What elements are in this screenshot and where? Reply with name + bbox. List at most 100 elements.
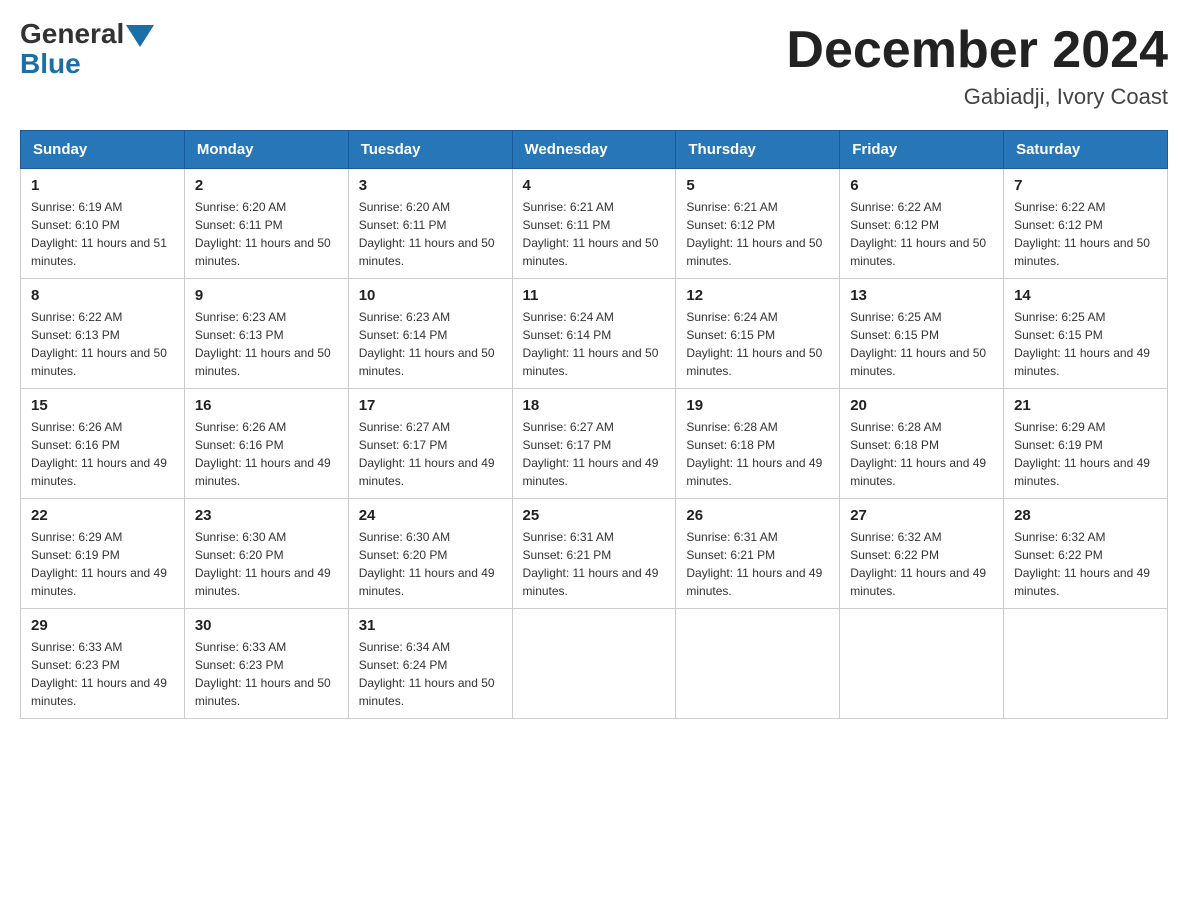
day-number: 28 bbox=[1014, 507, 1157, 524]
day-number: 24 bbox=[359, 507, 502, 524]
day-number: 9 bbox=[195, 287, 338, 304]
calendar-day-cell: 27 Sunrise: 6:32 AM Sunset: 6:22 PM Dayl… bbox=[840, 499, 1004, 609]
col-sunday: Sunday bbox=[21, 131, 185, 169]
col-friday: Friday bbox=[840, 131, 1004, 169]
calendar-day-cell: 16 Sunrise: 6:26 AM Sunset: 6:16 PM Dayl… bbox=[184, 389, 348, 499]
calendar-day-cell: 5 Sunrise: 6:21 AM Sunset: 6:12 PM Dayli… bbox=[676, 169, 840, 279]
day-number: 7 bbox=[1014, 177, 1157, 194]
col-thursday: Thursday bbox=[676, 131, 840, 169]
calendar-day-cell: 6 Sunrise: 6:22 AM Sunset: 6:12 PM Dayli… bbox=[840, 169, 1004, 279]
calendar-day-cell: 12 Sunrise: 6:24 AM Sunset: 6:15 PM Dayl… bbox=[676, 279, 840, 389]
calendar-day-cell bbox=[676, 609, 840, 719]
logo-triangle-icon bbox=[126, 25, 154, 47]
calendar-day-cell: 2 Sunrise: 6:20 AM Sunset: 6:11 PM Dayli… bbox=[184, 169, 348, 279]
day-number: 23 bbox=[195, 507, 338, 524]
day-number: 30 bbox=[195, 617, 338, 634]
day-info: Sunrise: 6:30 AM Sunset: 6:20 PM Dayligh… bbox=[359, 528, 502, 600]
calendar-day-cell: 11 Sunrise: 6:24 AM Sunset: 6:14 PM Dayl… bbox=[512, 279, 676, 389]
day-number: 3 bbox=[359, 177, 502, 194]
day-info: Sunrise: 6:28 AM Sunset: 6:18 PM Dayligh… bbox=[686, 418, 829, 490]
logo-blue: Blue bbox=[20, 48, 81, 80]
day-number: 12 bbox=[686, 287, 829, 304]
calendar-day-cell: 30 Sunrise: 6:33 AM Sunset: 6:23 PM Dayl… bbox=[184, 609, 348, 719]
title-block: December 2024 Gabiadji, Ivory Coast bbox=[786, 20, 1168, 110]
day-info: Sunrise: 6:31 AM Sunset: 6:21 PM Dayligh… bbox=[686, 528, 829, 600]
calendar-day-cell: 20 Sunrise: 6:28 AM Sunset: 6:18 PM Dayl… bbox=[840, 389, 1004, 499]
day-info: Sunrise: 6:22 AM Sunset: 6:12 PM Dayligh… bbox=[1014, 198, 1157, 270]
day-info: Sunrise: 6:24 AM Sunset: 6:14 PM Dayligh… bbox=[523, 308, 666, 380]
calendar-day-cell: 1 Sunrise: 6:19 AM Sunset: 6:10 PM Dayli… bbox=[21, 169, 185, 279]
logo-general: General bbox=[20, 20, 124, 48]
calendar-day-cell bbox=[1004, 609, 1168, 719]
calendar-day-cell: 22 Sunrise: 6:29 AM Sunset: 6:19 PM Dayl… bbox=[21, 499, 185, 609]
col-saturday: Saturday bbox=[1004, 131, 1168, 169]
col-wednesday: Wednesday bbox=[512, 131, 676, 169]
day-number: 10 bbox=[359, 287, 502, 304]
day-number: 19 bbox=[686, 397, 829, 414]
day-info: Sunrise: 6:26 AM Sunset: 6:16 PM Dayligh… bbox=[195, 418, 338, 490]
logo: General Blue bbox=[20, 20, 154, 80]
day-number: 6 bbox=[850, 177, 993, 194]
calendar-day-cell: 3 Sunrise: 6:20 AM Sunset: 6:11 PM Dayli… bbox=[348, 169, 512, 279]
calendar-day-cell: 28 Sunrise: 6:32 AM Sunset: 6:22 PM Dayl… bbox=[1004, 499, 1168, 609]
calendar-day-cell: 25 Sunrise: 6:31 AM Sunset: 6:21 PM Dayl… bbox=[512, 499, 676, 609]
day-info: Sunrise: 6:32 AM Sunset: 6:22 PM Dayligh… bbox=[1014, 528, 1157, 600]
calendar-day-cell: 10 Sunrise: 6:23 AM Sunset: 6:14 PM Dayl… bbox=[348, 279, 512, 389]
calendar-day-cell: 24 Sunrise: 6:30 AM Sunset: 6:20 PM Dayl… bbox=[348, 499, 512, 609]
day-number: 22 bbox=[31, 507, 174, 524]
day-info: Sunrise: 6:20 AM Sunset: 6:11 PM Dayligh… bbox=[195, 198, 338, 270]
calendar-day-cell: 31 Sunrise: 6:34 AM Sunset: 6:24 PM Dayl… bbox=[348, 609, 512, 719]
day-number: 27 bbox=[850, 507, 993, 524]
day-number: 25 bbox=[523, 507, 666, 524]
page-header: General Blue December 2024 Gabiadji, Ivo… bbox=[20, 20, 1168, 110]
calendar-day-cell: 21 Sunrise: 6:29 AM Sunset: 6:19 PM Dayl… bbox=[1004, 389, 1168, 499]
day-number: 16 bbox=[195, 397, 338, 414]
calendar-day-cell: 23 Sunrise: 6:30 AM Sunset: 6:20 PM Dayl… bbox=[184, 499, 348, 609]
day-info: Sunrise: 6:22 AM Sunset: 6:12 PM Dayligh… bbox=[850, 198, 993, 270]
day-number: 20 bbox=[850, 397, 993, 414]
day-info: Sunrise: 6:21 AM Sunset: 6:12 PM Dayligh… bbox=[686, 198, 829, 270]
day-number: 15 bbox=[31, 397, 174, 414]
calendar-day-cell: 29 Sunrise: 6:33 AM Sunset: 6:23 PM Dayl… bbox=[21, 609, 185, 719]
day-info: Sunrise: 6:24 AM Sunset: 6:15 PM Dayligh… bbox=[686, 308, 829, 380]
day-info: Sunrise: 6:19 AM Sunset: 6:10 PM Dayligh… bbox=[31, 198, 174, 270]
calendar-week-row: 15 Sunrise: 6:26 AM Sunset: 6:16 PM Dayl… bbox=[21, 389, 1168, 499]
day-info: Sunrise: 6:33 AM Sunset: 6:23 PM Dayligh… bbox=[31, 638, 174, 710]
calendar-day-cell: 26 Sunrise: 6:31 AM Sunset: 6:21 PM Dayl… bbox=[676, 499, 840, 609]
day-info: Sunrise: 6:31 AM Sunset: 6:21 PM Dayligh… bbox=[523, 528, 666, 600]
month-title: December 2024 bbox=[786, 20, 1168, 80]
day-info: Sunrise: 6:32 AM Sunset: 6:22 PM Dayligh… bbox=[850, 528, 993, 600]
day-info: Sunrise: 6:20 AM Sunset: 6:11 PM Dayligh… bbox=[359, 198, 502, 270]
calendar-day-cell: 4 Sunrise: 6:21 AM Sunset: 6:11 PM Dayli… bbox=[512, 169, 676, 279]
calendar-day-cell: 7 Sunrise: 6:22 AM Sunset: 6:12 PM Dayli… bbox=[1004, 169, 1168, 279]
day-info: Sunrise: 6:26 AM Sunset: 6:16 PM Dayligh… bbox=[31, 418, 174, 490]
calendar-day-cell: 18 Sunrise: 6:27 AM Sunset: 6:17 PM Dayl… bbox=[512, 389, 676, 499]
calendar-day-cell: 19 Sunrise: 6:28 AM Sunset: 6:18 PM Dayl… bbox=[676, 389, 840, 499]
day-number: 21 bbox=[1014, 397, 1157, 414]
col-tuesday: Tuesday bbox=[348, 131, 512, 169]
day-info: Sunrise: 6:30 AM Sunset: 6:20 PM Dayligh… bbox=[195, 528, 338, 600]
calendar-table: Sunday Monday Tuesday Wednesday Thursday… bbox=[20, 130, 1168, 719]
day-info: Sunrise: 6:23 AM Sunset: 6:13 PM Dayligh… bbox=[195, 308, 338, 380]
day-info: Sunrise: 6:29 AM Sunset: 6:19 PM Dayligh… bbox=[31, 528, 174, 600]
day-info: Sunrise: 6:29 AM Sunset: 6:19 PM Dayligh… bbox=[1014, 418, 1157, 490]
day-info: Sunrise: 6:23 AM Sunset: 6:14 PM Dayligh… bbox=[359, 308, 502, 380]
calendar-week-row: 29 Sunrise: 6:33 AM Sunset: 6:23 PM Dayl… bbox=[21, 609, 1168, 719]
calendar-day-cell: 9 Sunrise: 6:23 AM Sunset: 6:13 PM Dayli… bbox=[184, 279, 348, 389]
calendar-day-cell: 8 Sunrise: 6:22 AM Sunset: 6:13 PM Dayli… bbox=[21, 279, 185, 389]
day-number: 26 bbox=[686, 507, 829, 524]
day-info: Sunrise: 6:33 AM Sunset: 6:23 PM Dayligh… bbox=[195, 638, 338, 710]
calendar-week-row: 8 Sunrise: 6:22 AM Sunset: 6:13 PM Dayli… bbox=[21, 279, 1168, 389]
location: Gabiadji, Ivory Coast bbox=[786, 84, 1168, 110]
day-number: 13 bbox=[850, 287, 993, 304]
calendar-day-cell: 15 Sunrise: 6:26 AM Sunset: 6:16 PM Dayl… bbox=[21, 389, 185, 499]
day-info: Sunrise: 6:27 AM Sunset: 6:17 PM Dayligh… bbox=[523, 418, 666, 490]
day-info: Sunrise: 6:25 AM Sunset: 6:15 PM Dayligh… bbox=[1014, 308, 1157, 380]
day-info: Sunrise: 6:22 AM Sunset: 6:13 PM Dayligh… bbox=[31, 308, 174, 380]
day-number: 17 bbox=[359, 397, 502, 414]
day-number: 14 bbox=[1014, 287, 1157, 304]
day-number: 1 bbox=[31, 177, 174, 194]
day-number: 29 bbox=[31, 617, 174, 634]
day-info: Sunrise: 6:21 AM Sunset: 6:11 PM Dayligh… bbox=[523, 198, 666, 270]
calendar-header-row: Sunday Monday Tuesday Wednesday Thursday… bbox=[21, 131, 1168, 169]
